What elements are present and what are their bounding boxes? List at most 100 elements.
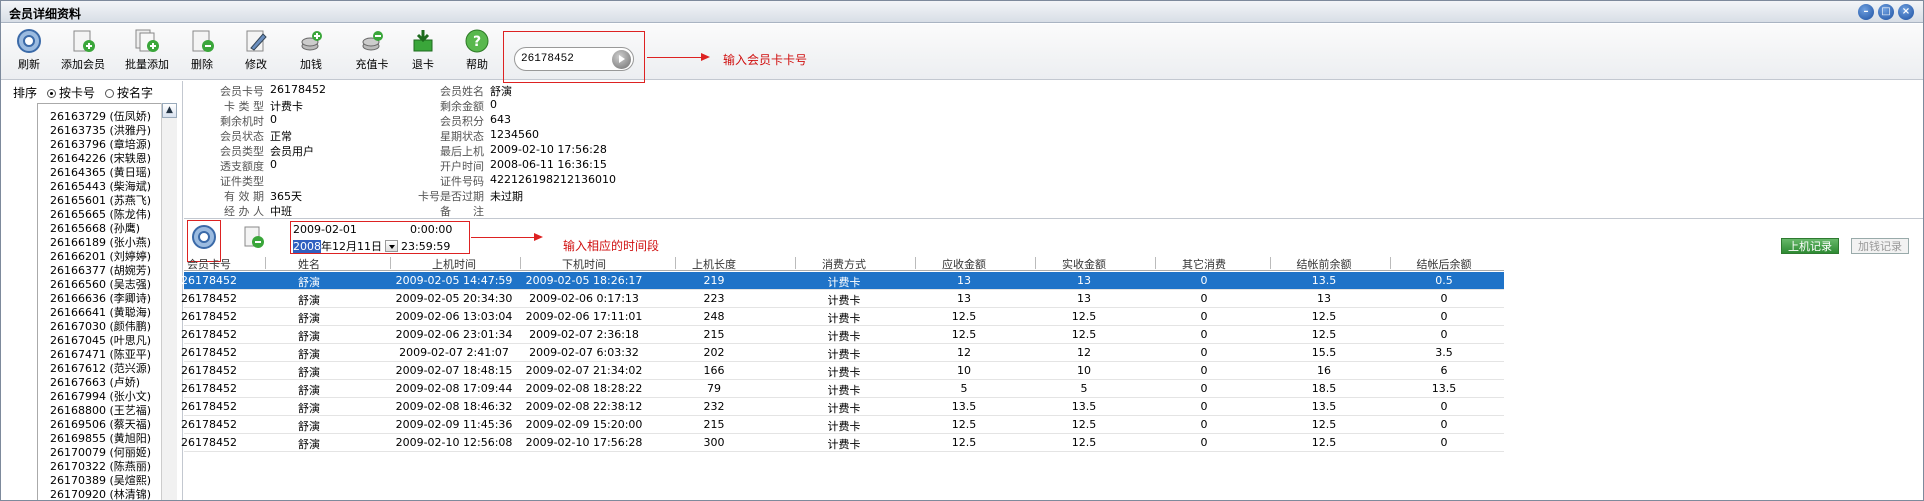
- column-header[interactable]: 结帐前余额: [1274, 256, 1374, 272]
- table-cell: 13.5: [1431, 382, 1457, 395]
- tab-online-records[interactable]: 上机记录: [1781, 238, 1839, 254]
- refresh-button[interactable]: 刷新: [11, 28, 47, 78]
- sort-by-name-label[interactable]: 按名字: [117, 86, 153, 100]
- list-item[interactable]: 26170920 (林清锦): [50, 486, 151, 500]
- field-label: 经 办 人: [224, 205, 264, 218]
- table-cell: 215: [703, 328, 725, 341]
- table-row[interactable]: 26178452 舒演 2009-02-05 20:34:30 2009-02-06 …: [181, 290, 1504, 308]
- list-item[interactable]: 26167663 (卢娇): [50, 374, 140, 389]
- column-header[interactable]: 实收金额: [1039, 256, 1129, 272]
- table-cell: 12.5: [1071, 418, 1097, 431]
- start-time[interactable]: 0:00:00: [410, 223, 452, 236]
- field-value: 中班: [270, 205, 292, 218]
- end-date-rest[interactable]: 年12月11日: [321, 240, 382, 253]
- table-cell: 2009-02-08 18:28:22: [525, 382, 643, 395]
- table-row[interactable]: 26178452 舒演 2009-02-06 23:01:34 2009-02-07 …: [181, 326, 1504, 344]
- list-item[interactable]: 26166641 (黄聪海): [50, 304, 151, 319]
- list-item[interactable]: 26164365 (黄日瑶): [50, 164, 151, 179]
- help-button[interactable]: ? 帮助: [462, 28, 492, 78]
- list-item[interactable]: 26169506 (蔡天福): [50, 416, 151, 431]
- column-separator: [1035, 257, 1036, 269]
- window-title: 会员详细资料: [9, 7, 82, 21]
- sort-by-name-radio[interactable]: [105, 89, 115, 98]
- recharge-card-button[interactable]: 充值卡: [351, 28, 393, 78]
- edit-button[interactable]: 修改: [241, 28, 271, 78]
- start-datetime[interactable]: 2009-02-01 0:00:00: [293, 223, 473, 237]
- start-date[interactable]: 2009-02-01: [293, 223, 357, 236]
- column-header[interactable]: 结帐后余额: [1394, 256, 1494, 272]
- column-header[interactable]: 上机时间: [394, 256, 514, 272]
- list-item[interactable]: 26163729 (伍凤娇): [50, 108, 151, 123]
- minimize-icon[interactable]: –: [1858, 4, 1874, 20]
- list-item[interactable]: 26167471 (陈亚平): [50, 346, 151, 361]
- list-item[interactable]: 26167045 (叶思凡): [50, 332, 151, 347]
- list-item[interactable]: 26166377 (胡婉芳): [50, 262, 151, 277]
- column-separator: [520, 257, 521, 269]
- list-item[interactable]: 26170079 (何丽姬): [50, 444, 151, 459]
- list-item[interactable]: 26170322 (陈燕丽): [50, 458, 151, 473]
- tab-add-money-records[interactable]: 加钱记录: [1851, 238, 1909, 254]
- table-row[interactable]: 26178452 舒演 2009-02-07 18:48:15 2009-02-07 …: [181, 362, 1504, 380]
- list-item[interactable]: 26167994 (张小文): [50, 388, 151, 403]
- table-cell: 26178452: [181, 400, 237, 413]
- field-value: 2008-06-11 16:36:15: [490, 158, 607, 171]
- table-row[interactable]: 26178452 舒演 2009-02-09 11:45:36 2009-02-09 …: [181, 416, 1504, 434]
- table-row[interactable]: 26178452 舒演 2009-02-07 2:41:07 2009-02-07 6…: [181, 344, 1504, 362]
- sort-by-card-label[interactable]: 按卡号: [59, 86, 95, 100]
- card-number-search: [514, 47, 634, 71]
- column-header[interactable]: 上机长度: [679, 256, 749, 272]
- table-row[interactable]: 26178452 舒演 2009-02-05 14:47:59 2009-02-05 …: [181, 272, 1504, 290]
- export-icon[interactable]: [242, 224, 266, 250]
- maximize-icon[interactable]: □: [1878, 4, 1894, 20]
- table-row[interactable]: 26178452 舒演 2009-02-08 18:46:32 2009-02-08 …: [181, 398, 1504, 416]
- add-member-button[interactable]: 添加会员: [57, 28, 109, 78]
- refresh-query-icon[interactable]: [191, 224, 217, 250]
- list-item[interactable]: 26164226 (宋轶恩): [50, 150, 151, 165]
- list-item[interactable]: 26166636 (李卿诗): [50, 290, 151, 305]
- end-time[interactable]: 23:59:59: [401, 240, 450, 253]
- list-item[interactable]: 26166560 (吴志强): [50, 276, 151, 291]
- table-row[interactable]: 26178452 舒演 2009-02-06 13:03:04 2009-02-06 …: [181, 308, 1504, 326]
- table-row[interactable]: 26178452 舒演 2009-02-08 17:09:44 2009-02-08 …: [181, 380, 1504, 398]
- table-cell: 13: [1077, 274, 1091, 287]
- delete-button[interactable]: 删除: [187, 28, 217, 78]
- table-cell: 2009-02-05 18:26:17: [525, 274, 643, 287]
- sort-by-card-radio[interactable]: [47, 89, 57, 98]
- list-item[interactable]: 26163796 (章培源): [50, 136, 151, 151]
- card-number-input[interactable]: [521, 51, 606, 67]
- close-icon[interactable]: ×: [1898, 4, 1914, 20]
- table-cell: 26178452: [181, 274, 237, 287]
- scroll-up-icon[interactable]: ▲: [162, 103, 177, 118]
- date-dropdown-icon[interactable]: [385, 240, 398, 252]
- table-cell: 2009-02-08 17:09:44: [395, 382, 513, 395]
- table-cell: 2009-02-07 6:03:32: [529, 346, 639, 359]
- column-header[interactable]: 应收金额: [919, 256, 1009, 272]
- list-item[interactable]: 26169855 (黄旭阳): [50, 430, 151, 445]
- list-item[interactable]: 26168800 (王艺福): [50, 402, 151, 417]
- list-item[interactable]: 26170389 (吴煊熙): [50, 472, 151, 487]
- list-item[interactable]: 26167612 (范兴源): [50, 360, 151, 375]
- list-item[interactable]: 26165443 (柴海斌): [50, 178, 151, 193]
- search-go-icon[interactable]: [612, 50, 631, 69]
- column-header[interactable]: 下机时间: [524, 256, 644, 272]
- list-item[interactable]: 26166201 (刘婷婷): [50, 248, 151, 263]
- table-row[interactable]: 26178452 舒演 2009-02-10 12:56:08 2009-02-10 …: [181, 434, 1504, 452]
- end-date-year[interactable]: 2008: [293, 240, 321, 253]
- list-item[interactable]: 26167030 (颜伟鹏): [50, 318, 151, 333]
- list-item[interactable]: 26163735 (洪雅丹): [50, 122, 151, 137]
- list-item[interactable]: 26165668 (孙鹰): [50, 220, 140, 235]
- column-header[interactable]: 其它消费: [1159, 256, 1249, 272]
- list-item[interactable]: 26165665 (陈龙伟): [50, 206, 151, 221]
- list-item[interactable]: 26165601 (苏燕飞): [50, 192, 151, 207]
- column-header[interactable]: 会员卡号: [164, 256, 254, 272]
- return-card-button[interactable]: 退卡: [408, 28, 438, 78]
- table-cell: 2009-02-08 22:38:12: [525, 400, 643, 413]
- batch-add-button[interactable]: 批量添加: [121, 28, 173, 78]
- end-datetime[interactable]: 2008年12月11日 23:59:59: [293, 238, 473, 253]
- table-cell: 2009-02-07 2:41:07: [399, 346, 509, 359]
- column-header[interactable]: 姓名: [269, 256, 349, 272]
- list-item[interactable]: 26166189 (张小燕): [50, 234, 151, 249]
- add-money-button[interactable]: 加钱: [296, 28, 326, 78]
- table-cell: 13: [957, 292, 971, 305]
- column-header[interactable]: 消费方式: [799, 256, 889, 272]
